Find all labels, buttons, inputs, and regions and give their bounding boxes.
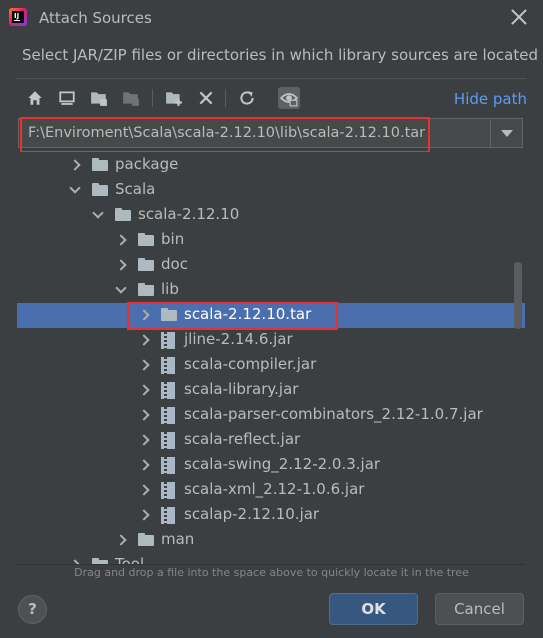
tree-row[interactable]: doc [17,253,525,278]
cancel-button[interactable]: Cancel [435,593,524,625]
tree-row[interactable]: scala-compiler.jar [17,353,525,378]
tree-row-label: lib [161,280,179,298]
jar-file-icon [161,482,175,499]
jar-file-icon [161,457,175,474]
tree-row[interactable]: package [17,153,525,178]
tree-row-label: scala-swing_2.12-2.0.3.jar [184,455,381,473]
tree-row[interactable]: scala-2.12.10 [17,203,525,228]
help-button[interactable]: ? [18,595,47,624]
expand-chevron-icon[interactable] [138,409,150,421]
collapse-chevron-icon[interactable] [92,207,104,219]
expand-chevron-icon[interactable] [138,459,150,471]
tree-row[interactable]: scala-library.jar [17,378,525,403]
folder-icon [92,558,108,564]
tree-row-label: scala-xml_2.12-1.0.6.jar [184,480,365,498]
file-tree[interactable]: package Scala scala-2.12.10 bin doc lib scala-… [17,152,525,565]
tree-row-label: scala-parser-combinators_2.12-1.0.7.jar [184,405,483,423]
tree-row-label: Tool [115,555,145,565]
ok-button[interactable]: OK [329,593,418,625]
tree-row[interactable]: bin [17,228,525,253]
jar-file-icon [161,357,175,374]
path-dropdown-button[interactable] [490,119,522,147]
tree-row-label: scala-2.12.10.tar [184,305,312,323]
collapse-chevron-icon[interactable] [115,282,127,294]
tree-row-label: man [161,530,195,548]
project-folder-icon[interactable] [88,87,110,109]
expand-chevron-icon[interactable] [69,559,81,564]
refresh-icon[interactable] [236,87,258,109]
home-icon[interactable] [24,87,46,109]
tree-row-label: scala-reflect.jar [184,430,301,448]
tree-row-label: doc [161,255,188,273]
folder-icon [115,208,131,221]
tree-row[interactable]: Scala [17,178,525,203]
tree-row[interactable]: lib [17,278,525,303]
expand-chevron-icon[interactable] [115,534,127,546]
expand-chevron-icon[interactable] [138,509,150,521]
file-chooser-toolbar [22,86,522,110]
tree-row[interactable]: scala-xml_2.12-1.0.6.jar [17,478,525,503]
folder-icon [138,258,154,271]
expand-chevron-icon[interactable] [138,309,150,321]
hide-path-link[interactable]: Hide path [454,90,527,108]
tree-row-label: scalap-2.12.10.jar [184,505,320,523]
tree-row[interactable]: scala-parser-combinators_2.12-1.0.7.jar [17,403,525,428]
jar-file-icon [161,407,175,424]
tree-row[interactable]: scalap-2.12.10.jar [17,503,525,528]
tree-row[interactable]: jline-2.14.6.jar [17,328,525,353]
tree-row-label: scala-compiler.jar [184,355,317,373]
dialog-title: Attach Sources [39,9,152,27]
folder-icon [161,308,177,321]
drag-drop-hint: Drag and drop a file into the space abov… [74,566,469,579]
show-hidden-icon[interactable] [278,87,300,109]
expand-chevron-icon[interactable] [138,384,150,396]
tree-row[interactable]: scala-reflect.jar [17,428,525,453]
tree-row[interactable]: man [17,528,525,553]
path-input[interactable] [19,119,489,147]
tree-row-label: scala-2.12.10 [138,205,240,223]
title-bar: IJ Attach Sources [0,0,543,36]
expand-chevron-icon[interactable] [115,259,127,271]
folder-icon [92,183,108,196]
tree-row-label: package [115,155,179,173]
expand-chevron-icon[interactable] [138,359,150,371]
dialog-description: Select JAR/ZIP files or directories in w… [22,46,538,64]
path-combobox [18,118,523,148]
module-folder-icon[interactable] [120,87,142,109]
folder-icon [92,158,108,171]
new-folder-icon[interactable] [163,87,185,109]
expand-chevron-icon[interactable] [138,434,150,446]
jar-file-icon [161,432,175,449]
expand-chevron-icon[interactable] [115,234,127,246]
jar-file-icon [161,382,175,399]
toolbar-separator [152,89,153,107]
delete-icon[interactable] [195,87,217,109]
folder-icon [138,233,154,246]
close-icon[interactable] [509,7,529,27]
tree-row-selected[interactable]: scala-2.12.10.tar [17,303,525,328]
folder-icon [138,283,154,296]
jar-file-icon [161,332,175,349]
tree-row-label: bin [161,230,185,248]
tree-scrollbar[interactable] [514,262,522,329]
folder-icon [138,533,154,546]
tree-row-label: scala-library.jar [184,380,299,398]
divider [16,78,526,79]
tree-row-label: jline-2.14.6.jar [184,330,293,348]
jar-file-icon [161,507,175,524]
intellij-logo-icon: IJ [9,8,27,26]
expand-chevron-icon[interactable] [138,484,150,496]
toolbar-separator [225,89,226,107]
collapse-chevron-icon[interactable] [69,182,81,194]
desktop-icon[interactable] [56,87,78,109]
tree-row-label: Scala [115,180,156,198]
expand-chevron-icon[interactable] [69,159,81,171]
tree-row[interactable]: scala-swing_2.12-2.0.3.jar [17,453,525,478]
tree-row[interactable]: Tool [17,553,525,565]
expand-chevron-icon[interactable] [138,334,150,346]
